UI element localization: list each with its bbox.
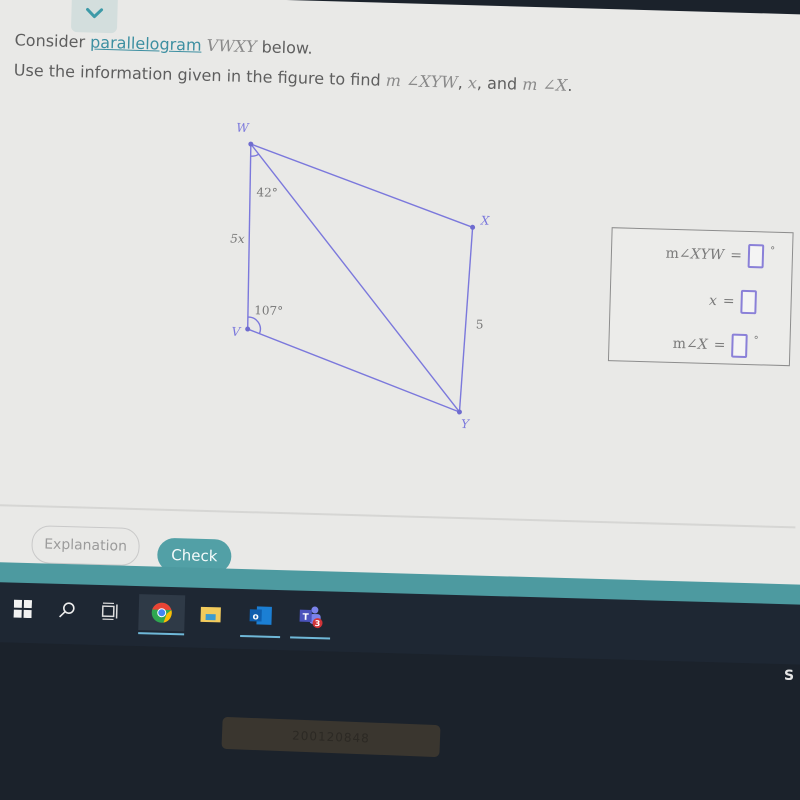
question-text: Use the information given in the figure …: [13, 60, 386, 90]
explanation-button[interactable]: Explanation: [31, 525, 141, 567]
parallelogram-figure: W X Y V 42° 107° 5x 5: [230, 121, 490, 432]
angle-xyw-input[interactable]: [747, 243, 765, 269]
running-indicator: [240, 634, 281, 639]
angle-w-label: 42°: [256, 185, 278, 200]
shape-name: VWXY: [206, 35, 257, 57]
svg-text:o: o: [252, 612, 258, 622]
footer-divider: [0, 504, 796, 529]
side-xy-label: 5: [476, 317, 484, 331]
question-text: , and: [476, 73, 523, 94]
equals-sign: =: [722, 293, 735, 310]
degree-unit: °: [753, 334, 759, 346]
windows-start-icon: [13, 599, 33, 619]
answer-panel: m∠XYW = ° x = m∠X = °: [607, 227, 794, 367]
question-text: Consider: [14, 30, 91, 52]
answer-label: x: [708, 292, 718, 310]
taskbar-teams[interactable]: T 3: [290, 598, 331, 640]
taskbar-outlook[interactable]: o: [240, 597, 281, 639]
answer-row-angle-x: m∠X = °: [672, 332, 761, 359]
question-text: below.: [256, 37, 313, 58]
vertex-v-point: [245, 326, 251, 332]
degree-unit: °: [769, 245, 776, 257]
search-button[interactable]: [46, 592, 87, 629]
chevron-down-icon: [86, 7, 104, 19]
side-vw-label: 5x: [230, 232, 245, 246]
angle-v-label: 107°: [254, 303, 283, 318]
x-input[interactable]: [740, 289, 757, 315]
vertex-x-label: X: [480, 213, 490, 227]
answer-label: m∠X: [672, 335, 708, 353]
collapse-button[interactable]: [70, 0, 118, 34]
vertex-x-point: [470, 224, 476, 230]
question-line-1: Consider parallelogram VWXY below.: [14, 30, 312, 57]
question-page: Consider parallelogram VWXY below. Use t…: [0, 0, 800, 665]
angle-x-input[interactable]: [731, 333, 748, 359]
running-indicator: [290, 636, 331, 640]
active-indicator: [138, 632, 185, 636]
screen: Consider parallelogram VWXY below. Use t…: [0, 0, 800, 800]
question-text: .: [567, 75, 573, 96]
answer-row-angle-xyw: m∠XYW = °: [665, 242, 778, 269]
parallelogram-link[interactable]: parallelogram: [90, 33, 202, 55]
answer-row-x: x =: [708, 289, 757, 315]
search-icon: [59, 602, 75, 618]
math-angle-x: m ∠X: [522, 74, 568, 95]
math-angle-xyw: m ∠XYW: [385, 70, 459, 92]
vertex-y-label: Y: [461, 417, 470, 431]
question-line-2: Use the information given in the figure …: [14, 60, 573, 95]
taskbar-file-explorer[interactable]: [190, 596, 231, 633]
teams-badge: 3: [315, 619, 321, 628]
equals-sign: =: [713, 337, 726, 354]
svg-text:T: T: [302, 613, 309, 623]
taskbar-chrome[interactable]: [138, 594, 186, 636]
angle-arc-w: [250, 153, 259, 157]
vertex-w-label: W: [236, 121, 250, 135]
equals-sign: =: [729, 247, 743, 264]
task-view-icon: [101, 602, 118, 621]
side-vw: [246, 144, 252, 330]
chrome-icon: [151, 602, 172, 623]
taskbar-edge-icon: S: [784, 668, 795, 684]
outlook-icon: o: [249, 606, 272, 625]
task-view-button[interactable]: [90, 593, 131, 630]
side-yv: [247, 328, 460, 413]
side-xy: [458, 227, 474, 413]
device-label: 200120848: [221, 716, 441, 758]
start-button[interactable]: [2, 590, 43, 627]
vertex-v-label: V: [231, 325, 241, 339]
teams-icon: T 3: [299, 606, 323, 628]
answer-label: m∠XYW: [665, 245, 725, 264]
file-explorer-icon: [200, 606, 221, 623]
